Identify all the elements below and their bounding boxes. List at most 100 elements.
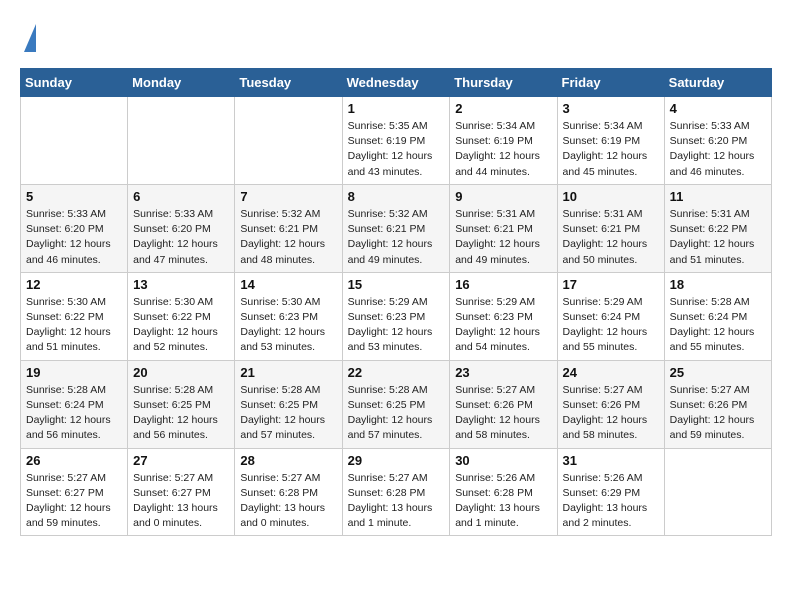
calendar-week-row: 19 Sunrise: 5:28 AM Sunset: 6:24 PM Dayli… <box>21 360 772 448</box>
day-number: 4 <box>670 101 766 116</box>
day-number: 17 <box>563 277 659 292</box>
calendar-cell: 30Sunrise: 5:26 AM Sunset: 6:28 PM Dayli… <box>450 448 557 536</box>
day-info: Sunrise: 5:28 AM Sunset: 6:25 PM Dayligh… <box>240 383 336 444</box>
day-info: Sunrise: 5:28 AM Sunset: 6:25 PM Dayligh… <box>133 383 229 444</box>
day-info: Sunrise: 5:31 AM Sunset: 6:21 PM Dayligh… <box>563 207 659 268</box>
day-number: 24 <box>563 365 659 380</box>
day-number: 5 <box>26 189 122 204</box>
calendar-cell: 8 Sunrise: 5:32 AM Sunset: 6:21 PM Daylig… <box>342 184 450 272</box>
day-info: Sunrise: 5:28 AM Sunset: 6:25 PM Dayligh… <box>348 383 445 444</box>
day-info: Sunrise: 5:30 AM Sunset: 6:22 PM Dayligh… <box>26 295 122 356</box>
calendar-cell: 21 Sunrise: 5:28 AM Sunset: 6:25 PM Dayli… <box>235 360 342 448</box>
day-info: Sunrise: 5:28 AM Sunset: 6:24 PM Dayligh… <box>26 383 122 444</box>
day-number: 26 <box>26 453 122 468</box>
calendar-cell: 12 Sunrise: 5:30 AM Sunset: 6:22 PM Dayli… <box>21 272 128 360</box>
calendar-cell: 19 Sunrise: 5:28 AM Sunset: 6:24 PM Dayli… <box>21 360 128 448</box>
calendar-cell: 7 Sunrise: 5:32 AM Sunset: 6:21 PM Daylig… <box>235 184 342 272</box>
calendar-cell: 11 Sunrise: 5:31 AM Sunset: 6:22 PM Dayli… <box>664 184 771 272</box>
logo <box>20 20 36 52</box>
day-number: 27 <box>133 453 229 468</box>
day-number: 2 <box>455 101 551 116</box>
calendar-cell <box>235 97 342 185</box>
day-of-week-header: Wednesday <box>342 69 450 97</box>
calendar-week-row: 5 Sunrise: 5:33 AM Sunset: 6:20 PM Daylig… <box>21 184 772 272</box>
calendar-week-row: 26 Sunrise: 5:27 AM Sunset: 6:27 PM Dayli… <box>21 448 772 536</box>
day-number: 8 <box>348 189 445 204</box>
calendar-week-row: 12 Sunrise: 5:30 AM Sunset: 6:22 PM Dayli… <box>21 272 772 360</box>
calendar-table: SundayMondayTuesdayWednesdayThursdayFrid… <box>20 68 772 536</box>
calendar-cell: 27 Sunrise: 5:27 AM Sunset: 6:27 PM Dayli… <box>128 448 235 536</box>
calendar-cell: 26 Sunrise: 5:27 AM Sunset: 6:27 PM Dayli… <box>21 448 128 536</box>
day-of-week-header: Friday <box>557 69 664 97</box>
calendar-cell <box>128 97 235 185</box>
calendar-cell: 25 Sunrise: 5:27 AM Sunset: 6:26 PM Dayli… <box>664 360 771 448</box>
day-number: 18 <box>670 277 766 292</box>
day-info: Sunrise: 5:27 AM Sunset: 6:28 PM Dayligh… <box>240 471 336 532</box>
day-number: 20 <box>133 365 229 380</box>
day-info: Sunrise: 5:28 AM Sunset: 6:24 PM Dayligh… <box>670 295 766 356</box>
day-of-week-header: Monday <box>128 69 235 97</box>
day-number: 6 <box>133 189 229 204</box>
calendar-cell: 6 Sunrise: 5:33 AM Sunset: 6:20 PM Daylig… <box>128 184 235 272</box>
calendar-cell: 4 Sunrise: 5:33 AM Sunset: 6:20 PM Daylig… <box>664 97 771 185</box>
calendar-cell: 23Sunrise: 5:27 AM Sunset: 6:26 PM Dayli… <box>450 360 557 448</box>
day-number: 22 <box>348 365 445 380</box>
day-number: 11 <box>670 189 766 204</box>
calendar-cell: 5 Sunrise: 5:33 AM Sunset: 6:20 PM Daylig… <box>21 184 128 272</box>
day-number: 25 <box>670 365 766 380</box>
day-number: 12 <box>26 277 122 292</box>
calendar-cell: 28 Sunrise: 5:27 AM Sunset: 6:28 PM Dayli… <box>235 448 342 536</box>
day-info: Sunrise: 5:33 AM Sunset: 6:20 PM Dayligh… <box>133 207 229 268</box>
calendar-cell: 16 Sunrise: 5:29 AM Sunset: 6:23 PM Dayli… <box>450 272 557 360</box>
day-info: Sunrise: 5:30 AM Sunset: 6:23 PM Dayligh… <box>240 295 336 356</box>
day-info: Sunrise: 5:32 AM Sunset: 6:21 PM Dayligh… <box>240 207 336 268</box>
day-info: Sunrise: 5:30 AM Sunset: 6:22 PM Dayligh… <box>133 295 229 356</box>
calendar-cell: 22 Sunrise: 5:28 AM Sunset: 6:25 PM Dayli… <box>342 360 450 448</box>
day-info: Sunrise: 5:27 AM Sunset: 6:27 PM Dayligh… <box>133 471 229 532</box>
calendar-cell: 18 Sunrise: 5:28 AM Sunset: 6:24 PM Dayli… <box>664 272 771 360</box>
day-info: Sunrise: 5:27 AM Sunset: 6:28 PM Dayligh… <box>348 471 445 532</box>
day-info: Sunrise: 5:33 AM Sunset: 6:20 PM Dayligh… <box>26 207 122 268</box>
day-info: Sunrise: 5:32 AM Sunset: 6:21 PM Dayligh… <box>348 207 445 268</box>
day-number: 21 <box>240 365 336 380</box>
calendar-cell: 20 Sunrise: 5:28 AM Sunset: 6:25 PM Dayli… <box>128 360 235 448</box>
day-info: Sunrise: 5:27 AM Sunset: 6:26 PM Dayligh… <box>670 383 766 444</box>
calendar-cell: 1Sunrise: 5:35 AM Sunset: 6:19 PM Daylig… <box>342 97 450 185</box>
day-number: 19 <box>26 365 122 380</box>
calendar-header-row: SundayMondayTuesdayWednesdayThursdayFrid… <box>21 69 772 97</box>
calendar-cell: 13Sunrise: 5:30 AM Sunset: 6:22 PM Dayli… <box>128 272 235 360</box>
day-info: Sunrise: 5:29 AM Sunset: 6:23 PM Dayligh… <box>348 295 445 356</box>
day-info: Sunrise: 5:27 AM Sunset: 6:26 PM Dayligh… <box>455 383 551 444</box>
day-info: Sunrise: 5:27 AM Sunset: 6:26 PM Dayligh… <box>563 383 659 444</box>
calendar-cell: 31Sunrise: 5:26 AM Sunset: 6:29 PM Dayli… <box>557 448 664 536</box>
calendar-cell: 17 Sunrise: 5:29 AM Sunset: 6:24 PM Dayli… <box>557 272 664 360</box>
day-number: 3 <box>563 101 659 116</box>
day-info: Sunrise: 5:34 AM Sunset: 6:19 PM Dayligh… <box>563 119 659 180</box>
day-number: 30 <box>455 453 551 468</box>
day-of-week-header: Tuesday <box>235 69 342 97</box>
day-number: 7 <box>240 189 336 204</box>
day-number: 10 <box>563 189 659 204</box>
day-info: Sunrise: 5:33 AM Sunset: 6:20 PM Dayligh… <box>670 119 766 180</box>
day-info: Sunrise: 5:31 AM Sunset: 6:22 PM Dayligh… <box>670 207 766 268</box>
day-info: Sunrise: 5:29 AM Sunset: 6:23 PM Dayligh… <box>455 295 551 356</box>
day-number: 16 <box>455 277 551 292</box>
day-number: 14 <box>240 277 336 292</box>
day-number: 28 <box>240 453 336 468</box>
logo-triangle-icon <box>24 24 36 52</box>
day-number: 31 <box>563 453 659 468</box>
calendar-cell: 24 Sunrise: 5:27 AM Sunset: 6:26 PM Dayli… <box>557 360 664 448</box>
day-number: 9 <box>455 189 551 204</box>
calendar-cell <box>21 97 128 185</box>
day-info: Sunrise: 5:29 AM Sunset: 6:24 PM Dayligh… <box>563 295 659 356</box>
calendar-cell: 10 Sunrise: 5:31 AM Sunset: 6:21 PM Dayli… <box>557 184 664 272</box>
calendar-cell: 2Sunrise: 5:34 AM Sunset: 6:19 PM Daylig… <box>450 97 557 185</box>
day-info: Sunrise: 5:27 AM Sunset: 6:27 PM Dayligh… <box>26 471 122 532</box>
day-number: 29 <box>348 453 445 468</box>
calendar-cell: 3 Sunrise: 5:34 AM Sunset: 6:19 PM Daylig… <box>557 97 664 185</box>
day-number: 15 <box>348 277 445 292</box>
calendar-cell: 29 Sunrise: 5:27 AM Sunset: 6:28 PM Dayli… <box>342 448 450 536</box>
calendar-cell: 14 Sunrise: 5:30 AM Sunset: 6:23 PM Dayli… <box>235 272 342 360</box>
calendar-cell: 9Sunrise: 5:31 AM Sunset: 6:21 PM Daylig… <box>450 184 557 272</box>
header <box>20 20 772 52</box>
